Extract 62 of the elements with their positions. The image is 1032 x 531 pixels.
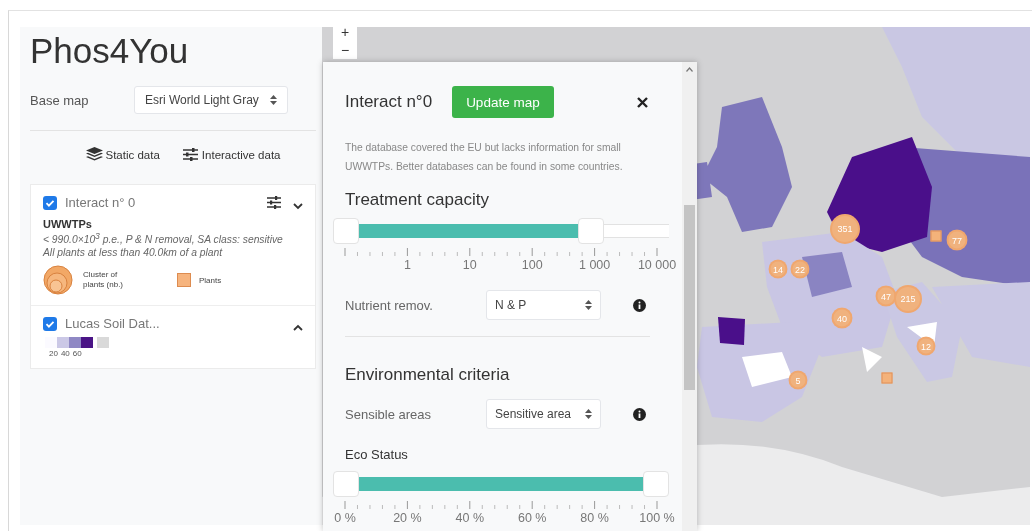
- close-icon[interactable]: [637, 96, 648, 108]
- field-label: Sensible areas: [345, 406, 432, 422]
- layer-title: Interact n° 0: [65, 195, 136, 210]
- plant-marker[interactable]: [930, 230, 942, 242]
- tick-label: 100: [521, 258, 543, 272]
- app-title: Phos4You: [30, 30, 189, 72]
- scale-label: 60: [72, 349, 82, 359]
- base-map-select[interactable]: Esri World Light Gray: [134, 86, 288, 114]
- square-icon: [177, 273, 191, 288]
- sort-icon: [585, 409, 592, 419]
- circles-icon: [43, 265, 75, 296]
- layer-description: < 990.0×10$^{3}$ p.e., P & N removal, SA class: sensitive: [43, 230, 284, 247]
- scrollbar[interactable]: [682, 62, 697, 531]
- zoom-button[interactable]: +: [340, 23, 350, 41]
- layer-description: All plants at less than 40.0km of a plant: [43, 246, 224, 260]
- slider-handle[interactable]: [333, 218, 359, 244]
- layer-heading: UWWTPs: [43, 218, 93, 230]
- section-heading: Environmental criteria: [345, 365, 510, 385]
- legend-label: Cluster of plants (nb.): [83, 270, 125, 291]
- caret-up-icon[interactable]: [686, 67, 693, 72]
- slider-handle[interactable]: [333, 471, 359, 497]
- update-map-button[interactable]: Update map: [452, 86, 554, 118]
- sort-icon: [585, 300, 592, 310]
- tick-label: 100 %: [639, 511, 675, 525]
- slider-handle[interactable]: [643, 471, 669, 497]
- tick-label: 20 %: [393, 511, 422, 525]
- slider-handle[interactable]: [577, 218, 604, 244]
- chevron-down-icon[interactable]: [293, 203, 303, 210]
- tick-label: 60 %: [517, 511, 547, 525]
- sliders-icon: [181, 147, 199, 162]
- field-label: Eco Status: [345, 447, 408, 462]
- layers-icon: [85, 147, 103, 162]
- dropdown[interactable]: N & P: [486, 290, 601, 320]
- tick-label: 10: [462, 258, 477, 272]
- scale-label: 20: [49, 349, 58, 359]
- chevron-up-icon[interactable]: [293, 324, 303, 332]
- scroll-thumb[interactable]: [684, 205, 695, 390]
- base-map-label: Base map: [30, 92, 90, 108]
- tick-label: 1 000: [578, 258, 611, 272]
- zoom-button[interactable]: −: [340, 41, 350, 59]
- dropdown[interactable]: Sensitive area: [486, 399, 601, 429]
- sliders-icon[interactable]: [267, 196, 281, 209]
- data-tab[interactable]: Static data: [85, 147, 160, 162]
- section-heading: Treatment capacity: [345, 190, 489, 210]
- scale-label: 40: [60, 349, 70, 359]
- sort-icon: [270, 95, 277, 105]
- info-note: The database covered the EU but lacks information for small UWWTPs. Better databases can be found in some countries.: [345, 141, 624, 174]
- checkbox[interactable]: [43, 316, 57, 331]
- info-icon[interactable]: [633, 407, 646, 421]
- panel-title: Interact n°0: [345, 92, 433, 112]
- tick-label: 1: [403, 258, 411, 272]
- data-tab[interactable]: Interactive data: [181, 147, 281, 162]
- checkbox[interactable]: [43, 195, 57, 210]
- legend-label: Plants: [199, 275, 222, 285]
- tick-label: 80 %: [580, 511, 609, 525]
- layer-title: Lucas Soil Dat...: [65, 316, 160, 332]
- field-label: Nutrient remov.: [345, 297, 434, 313]
- info-icon[interactable]: [633, 298, 646, 312]
- tick-label: 0 %: [334, 511, 356, 525]
- tick-label: 40 %: [455, 511, 485, 525]
- tick-label: 10 000: [637, 258, 677, 272]
- plant-marker[interactable]: [881, 372, 893, 384]
